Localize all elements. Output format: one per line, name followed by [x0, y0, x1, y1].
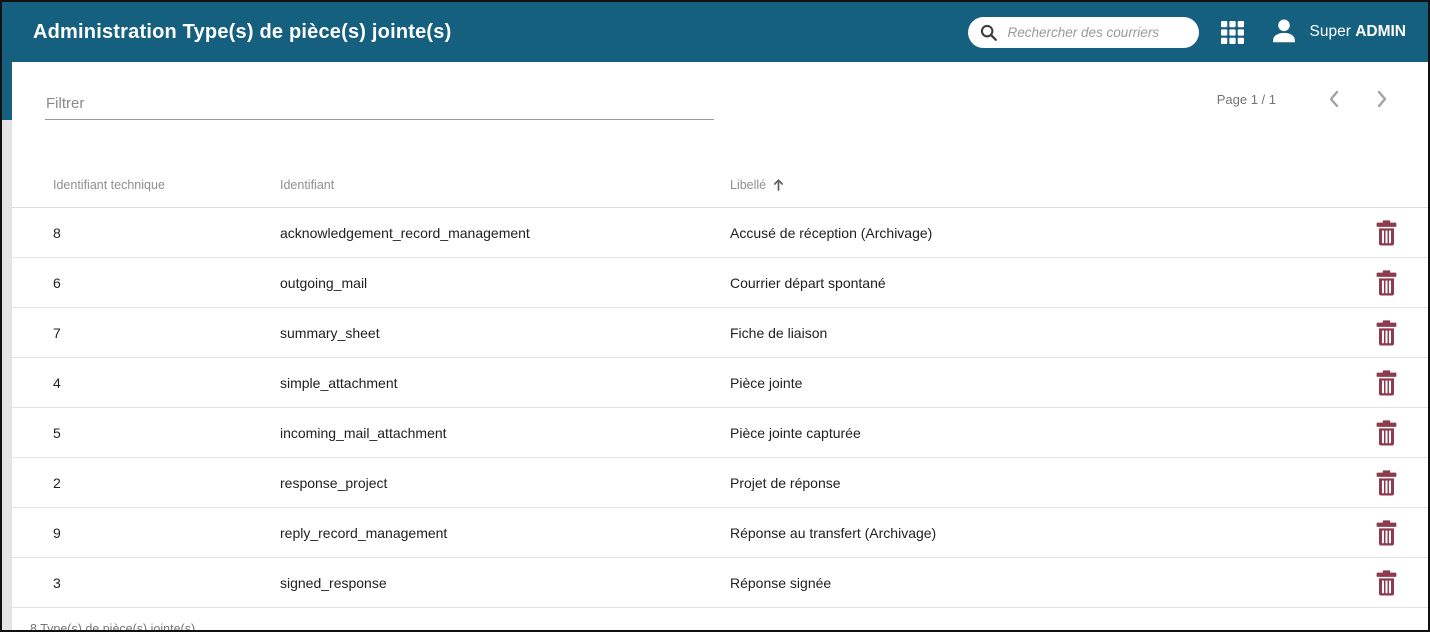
row-identifier: reply_record_management [280, 524, 448, 541]
row-label: Réponse signée [730, 574, 832, 591]
row-label: Pièce jointe [730, 374, 803, 391]
filter-input[interactable] [45, 91, 714, 120]
table-row[interactable]: 9 reply_record_management Réponse au tra… [12, 508, 1428, 558]
trash-icon [1376, 269, 1397, 296]
delete-button[interactable] [1374, 468, 1399, 498]
paginator: Page 1 / 1 [1217, 87, 1394, 120]
row-identifier: simple_attachment [280, 374, 398, 391]
delete-button[interactable] [1374, 418, 1399, 448]
header-actions: Super ADMIN [967, 16, 1407, 48]
table-row[interactable]: 3 signed_response Réponse signée [12, 558, 1428, 608]
delete-button[interactable] [1374, 568, 1399, 598]
trash-icon [1376, 569, 1397, 596]
content-area: Page 1 / 1 Identifiant t [2, 62, 1428, 630]
table-row[interactable]: 7 summary_sheet Fiche de liaison [12, 308, 1428, 358]
table-row[interactable]: 2 response_project Projet de réponse [12, 458, 1428, 508]
table-row[interactable]: 5 incoming_mail_attachment Pièce jointe … [12, 408, 1428, 458]
row-label: Fiche de liaison [730, 324, 828, 341]
app-window: Administration Type(s) de pièce(s) joint… [0, 0, 1430, 632]
trash-icon [1376, 419, 1397, 446]
column-header-technical-id[interactable]: Identifiant technique [53, 178, 280, 192]
table-header: Identifiant technique Identifiant Libell… [12, 120, 1428, 208]
row-technical-id: 6 [53, 274, 61, 291]
user-first-name: Super [1309, 23, 1351, 40]
row-label: Pièce jointe capturée [730, 424, 861, 441]
search-icon [979, 23, 998, 42]
row-identifier: signed_response [280, 574, 387, 591]
user-name[interactable]: Super ADMIN [1310, 23, 1407, 41]
row-identifier: response_project [280, 474, 388, 491]
delete-button[interactable] [1374, 368, 1399, 398]
row-label: Projet de réponse [730, 474, 841, 491]
delete-button[interactable] [1374, 518, 1399, 548]
left-margin-strip [2, 62, 12, 630]
page-title: Administration Type(s) de pièce(s) joint… [33, 20, 452, 43]
apps-grid-icon[interactable] [1220, 20, 1244, 44]
table-row[interactable]: 6 outgoing_mail Courrier départ spontané [12, 258, 1428, 308]
row-technical-id: 5 [53, 424, 61, 441]
result-count: 8 Type(s) de pièce(s) jointe(s) [30, 622, 196, 632]
row-identifier: outgoing_mail [280, 274, 368, 291]
trash-icon [1376, 319, 1397, 346]
delete-button[interactable] [1374, 268, 1399, 298]
search-input[interactable] [1005, 23, 1187, 41]
trash-icon [1376, 469, 1397, 496]
row-technical-id: 8 [53, 224, 61, 241]
row-identifier: acknowledgement_record_management [280, 224, 530, 241]
delete-button[interactable] [1374, 218, 1399, 248]
user-last-name: ADMIN [1355, 23, 1406, 40]
table-row[interactable]: 4 simple_attachment Pièce jointe [12, 358, 1428, 408]
trash-icon [1376, 519, 1397, 546]
row-label: Courrier départ spontané [730, 274, 886, 291]
list-toolbar: Page 1 / 1 [12, 62, 1428, 120]
row-identifier: summary_sheet [280, 324, 380, 341]
filter-field [45, 91, 714, 120]
row-identifier: incoming_mail_attachment [280, 424, 447, 441]
chevron-left-icon[interactable] [1322, 87, 1346, 111]
app-header: Administration Type(s) de pièce(s) joint… [2, 2, 1428, 62]
user-icon[interactable] [1270, 17, 1298, 47]
column-header-label[interactable]: Libellé [730, 178, 1352, 192]
row-technical-id: 3 [53, 574, 61, 591]
sort-asc-icon [772, 178, 785, 192]
row-label: Accusé de réception (Archivage) [730, 224, 933, 241]
trash-icon [1376, 219, 1397, 246]
row-technical-id: 9 [53, 524, 61, 541]
row-technical-id: 2 [53, 474, 61, 491]
content-card: Page 1 / 1 Identifiant t [12, 62, 1428, 630]
page-indicator: Page 1 / 1 [1216, 91, 1276, 107]
row-technical-id: 7 [53, 324, 61, 341]
trash-icon [1376, 369, 1397, 396]
row-label: Réponse au transfert (Archivage) [730, 524, 937, 541]
column-header-identifier[interactable]: Identifiant [280, 178, 730, 192]
table-body: 8 acknowledgement_record_management Accu… [12, 208, 1428, 608]
row-technical-id: 4 [53, 374, 61, 391]
chevron-right-icon[interactable] [1370, 87, 1394, 111]
global-search[interactable] [967, 16, 1199, 48]
table-row[interactable]: 8 acknowledgement_record_management Accu… [12, 208, 1428, 258]
delete-button[interactable] [1374, 318, 1399, 348]
